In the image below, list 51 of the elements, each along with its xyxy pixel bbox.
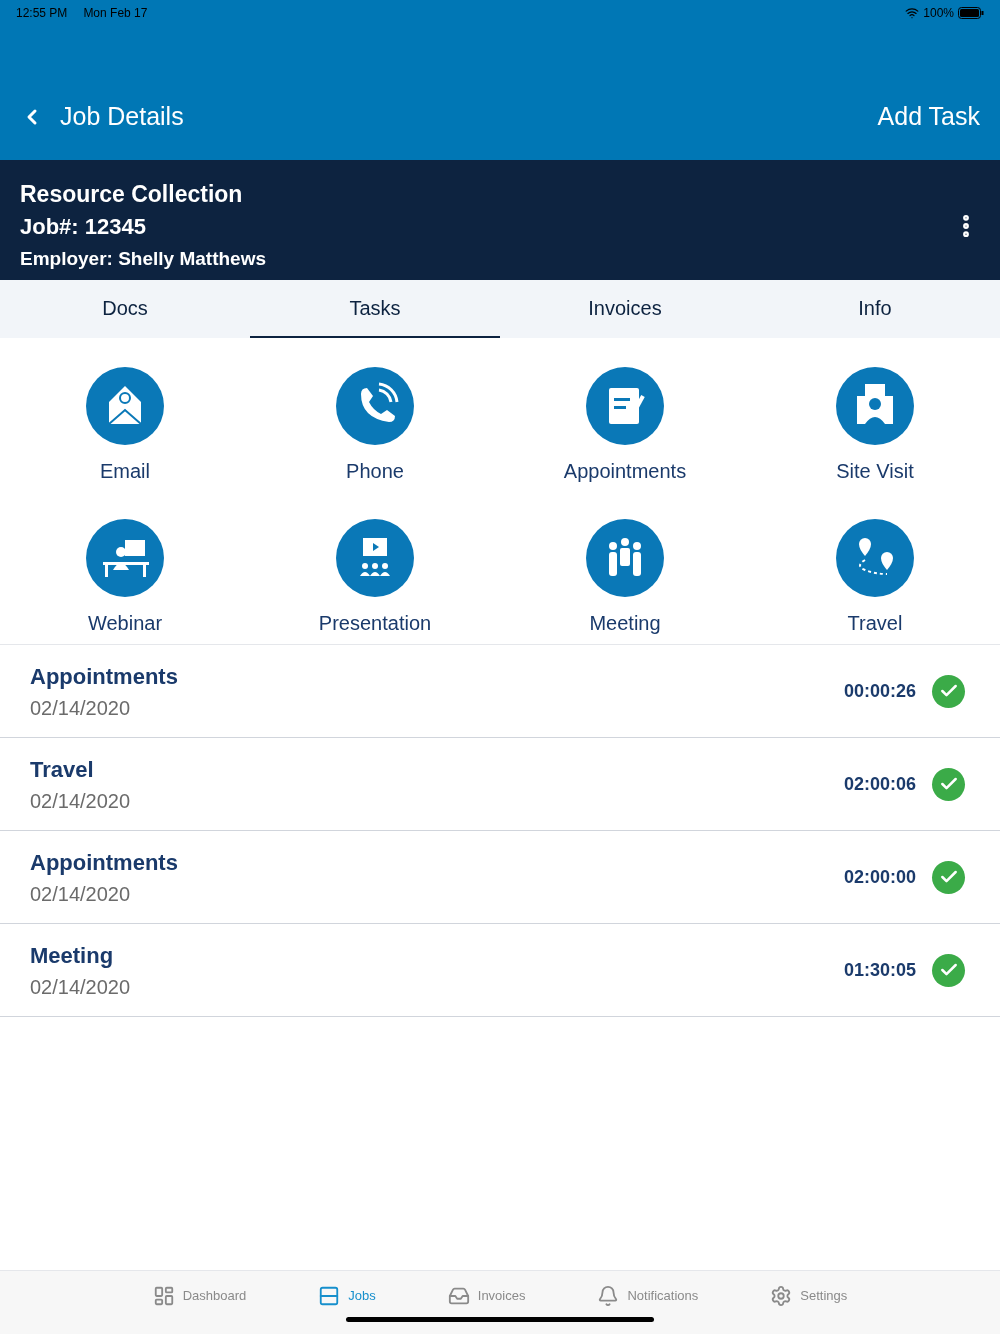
task-duration: 02:00:00 xyxy=(843,865,916,889)
task-type-button[interactable]: Meeting xyxy=(500,518,750,638)
task-duration: 01:30:05 xyxy=(843,958,916,982)
job-name: Resource Collection xyxy=(20,180,244,209)
tab[interactable]: Invoices xyxy=(500,280,750,338)
task-date: 02/14/2020 xyxy=(30,695,132,721)
bell-icon xyxy=(597,1285,620,1307)
task-type-button[interactable]: Webinar xyxy=(0,518,250,638)
task-duration: 02:00:06 xyxy=(843,772,916,796)
status-date: Mon Feb 17 xyxy=(83,5,148,22)
task-name: Travel xyxy=(30,755,95,784)
task-type-button[interactable]: Phone xyxy=(250,366,500,486)
page-title: Job Details xyxy=(60,101,184,132)
battery-icon xyxy=(958,7,984,19)
rows-icon xyxy=(318,1285,341,1307)
inbox-icon xyxy=(447,1285,470,1307)
task-row[interactable]: Travel 02/14/2020 02:00:06 xyxy=(0,738,1000,831)
wifi-icon xyxy=(905,6,920,20)
tab[interactable]: Tasks xyxy=(250,280,500,338)
task-date: 02/14/2020 xyxy=(30,788,131,814)
job-number: Job#: 12345 xyxy=(20,213,147,241)
people-icon xyxy=(585,518,665,598)
email-icon xyxy=(85,366,165,446)
building-icon xyxy=(835,366,915,446)
job-employer: Employer: Shelly Matthews xyxy=(20,247,266,271)
tab[interactable]: Info xyxy=(750,280,1000,338)
notepad-icon xyxy=(585,366,665,446)
task-row[interactable]: Appointments 02/14/2020 00:00:26 xyxy=(0,645,1000,738)
tab[interactable]: Docs xyxy=(0,280,250,338)
task-name: Appointments xyxy=(30,848,178,877)
task-type-button[interactable]: Travel xyxy=(750,518,1000,638)
status-time: 12:55 PM xyxy=(16,5,68,22)
task-date: 02/14/2020 xyxy=(30,881,132,907)
task-type-button[interactable]: Site Visit xyxy=(750,366,1000,486)
task-row[interactable]: Meeting 02/14/2020 01:30:05 xyxy=(0,924,1000,1017)
task-type-button[interactable]: Presentation xyxy=(250,518,500,638)
dashboard-icon xyxy=(152,1285,175,1307)
task-duration: 00:00:26 xyxy=(843,679,916,703)
task-type-button[interactable]: Email xyxy=(0,366,250,486)
map-pin-icon xyxy=(835,518,915,598)
task-row[interactable]: Appointments 02/14/2020 02:00:00 xyxy=(0,831,1000,924)
battery-percent: 100% xyxy=(923,5,954,22)
settings-icon xyxy=(770,1285,793,1307)
phone-icon xyxy=(335,366,415,446)
desk-icon xyxy=(85,518,165,598)
add-task-button[interactable]: Add Task xyxy=(877,98,980,136)
task-name: Appointments xyxy=(30,662,178,691)
task-name: Meeting xyxy=(30,941,115,970)
task-date: 02/14/2020 xyxy=(30,974,131,1000)
screen-icon xyxy=(335,518,415,598)
task-type-button[interactable]: Appointments xyxy=(500,366,750,486)
